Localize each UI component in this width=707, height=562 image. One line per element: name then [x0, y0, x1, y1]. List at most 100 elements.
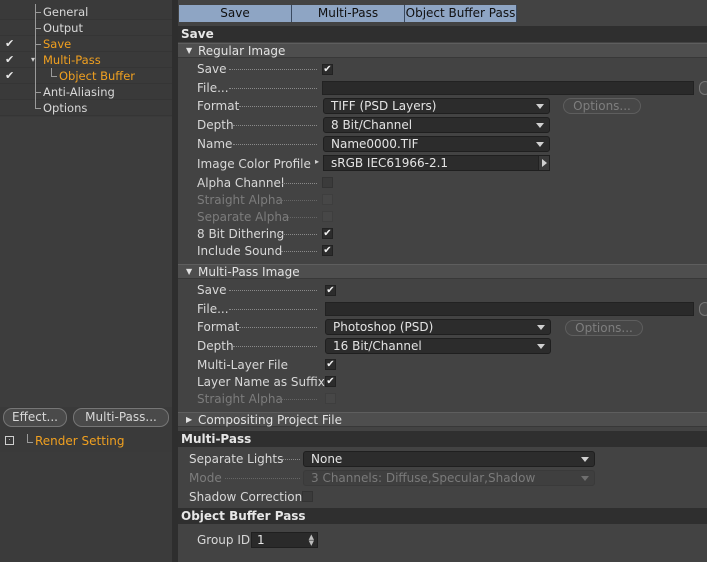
render-setting-item[interactable]: · Render Setting — [0, 433, 172, 451]
regular-include-sound-row: Include Sound — [197, 243, 337, 259]
group-label: Compositing Project File — [198, 413, 342, 427]
multi-pass-button[interactable]: Multi-Pass... — [73, 408, 169, 427]
tree-item-label: Object Buffer — [59, 69, 136, 83]
profile-expand-arrow-icon[interactable]: ▸ — [315, 157, 319, 166]
regular-color-profile-field[interactable]: sRGB IEC61966-2.1 — [323, 155, 550, 171]
enabled-check-icon[interactable]: ✔ — [5, 68, 17, 84]
regular-dithering-row: 8 Bit Dithering — [197, 226, 337, 242]
collapse-arrow-icon[interactable]: ▼ — [186, 44, 192, 58]
multipass-format-dropdown[interactable]: Photoshop (PSD) — [325, 319, 551, 335]
tab-object-buffer-pass[interactable]: Object Buffer Pass — [405, 5, 517, 22]
shadow-correction-checkbox[interactable] — [302, 491, 313, 502]
regular-save-row: Save — [197, 61, 337, 77]
tree-item-multi-pass[interactable]: ✔ ▾ Multi-Pass — [0, 52, 172, 68]
group-label: Multi-Pass Image — [198, 265, 300, 279]
chevron-down-icon — [537, 344, 545, 349]
property-label: 8 Bit Dithering — [197, 227, 285, 241]
tree-item-label: Output — [43, 21, 83, 35]
dithering-checkbox[interactable]: ✔ — [322, 228, 333, 239]
enabled-check-icon[interactable]: ✔ — [5, 36, 17, 52]
group-compositing-project-file[interactable]: ▶ Compositing Project File — [178, 412, 707, 427]
group-label: Regular Image — [198, 44, 286, 58]
multipass-depth-row: Depth — [197, 338, 337, 354]
regular-alpha-row: Alpha Channel — [197, 175, 337, 191]
dropdown-value: None — [311, 452, 343, 466]
dropdown-value: TIFF (PSD Layers) — [331, 99, 437, 113]
multipass-save-checkbox[interactable]: ✔ — [325, 285, 336, 296]
enabled-check-icon[interactable]: ✔ — [5, 52, 17, 68]
mode-row: Mode — [189, 470, 309, 486]
multipass-options-button[interactable]: Options... — [565, 320, 643, 336]
collapse-arrow-icon[interactable]: ▼ — [186, 265, 192, 279]
expand-box-icon[interactable]: · — [5, 436, 14, 445]
multipass-file-browse-button[interactable] — [699, 302, 707, 316]
spin-arrows-icon[interactable]: ▲ ▼ — [309, 534, 314, 547]
layername-suffix-checkbox[interactable]: ✔ — [325, 376, 336, 387]
dropdown-value: Photoshop (PSD) — [333, 320, 434, 334]
regular-depth-dropdown[interactable]: 8 Bit/Channel — [323, 117, 550, 133]
tree-item-options[interactable]: Options — [0, 100, 172, 116]
section-header-object-buffer-pass: Object Buffer Pass — [178, 508, 707, 524]
property-label: Straight Alpha — [197, 193, 283, 207]
chevron-down-icon — [536, 142, 544, 147]
regular-name-dropdown[interactable]: Name0000.TIF — [323, 136, 550, 152]
tree-item-save[interactable]: ✔ Save — [0, 36, 172, 52]
regular-file-browse-button[interactable] — [699, 81, 707, 95]
include-sound-checkbox[interactable]: ✔ — [322, 245, 333, 256]
group-regular-image[interactable]: ▼ Regular Image — [178, 43, 707, 58]
dropdown-value: 3 Channels: Diffuse,Specular,Shadow — [311, 471, 536, 485]
arrow-right-icon[interactable] — [538, 156, 549, 170]
section-header-multi-pass: Multi-Pass — [178, 431, 707, 447]
dropdown-value: 16 Bit/Channel — [333, 339, 422, 353]
multipass-straight-alpha-checkbox — [325, 393, 336, 404]
regular-file-row: File... — [197, 80, 337, 96]
property-label: Alpha Channel — [197, 176, 285, 190]
regular-save-checkbox[interactable]: ✔ — [322, 64, 333, 75]
property-label: File... — [197, 302, 229, 316]
chevron-down-icon — [536, 104, 544, 109]
multipass-file-path-input[interactable] — [325, 302, 694, 316]
section-header-save: Save — [178, 26, 707, 42]
panel-divider[interactable] — [172, 0, 178, 562]
multipass-straight-alpha-row: Straight Alpha — [197, 391, 337, 407]
property-label: Separate Lights — [189, 452, 284, 466]
separate-alpha-checkbox — [322, 211, 333, 222]
separate-lights-row: Separate Lights — [189, 451, 309, 467]
tab-multi-pass[interactable]: Multi-Pass — [292, 5, 405, 22]
regular-file-path-input[interactable] — [322, 81, 694, 95]
regular-format-dropdown[interactable]: TIFF (PSD Layers) — [323, 98, 550, 114]
property-label: Name — [197, 137, 233, 151]
expand-arrow-icon[interactable]: ▶ — [186, 413, 192, 427]
tree-item-label: Anti-Aliasing — [43, 85, 115, 99]
settings-tree-panel: General Output ✔ Save ✔ ▾ Multi-Pass ✔ O… — [0, 0, 172, 562]
property-label: Save — [197, 283, 227, 297]
regular-depth-row: Depth — [197, 117, 337, 133]
effect-button[interactable]: Effect... — [3, 408, 67, 427]
property-label: Depth — [197, 118, 234, 132]
tree-item-anti-aliasing[interactable]: Anti-Aliasing — [0, 84, 172, 100]
multipass-save-row: Save — [197, 282, 337, 298]
multipass-depth-dropdown[interactable]: 16 Bit/Channel — [325, 338, 551, 354]
tree-item-object-buffer[interactable]: ✔ Object Buffer — [0, 68, 172, 84]
group-multi-pass-image[interactable]: ▼ Multi-Pass Image — [178, 264, 707, 279]
tree-item-label: Options — [43, 101, 88, 115]
chevron-down-icon — [581, 476, 589, 481]
regular-options-button[interactable]: Options... — [563, 98, 641, 114]
tree-item-output[interactable]: Output — [0, 20, 172, 36]
property-label: Separate Alpha — [197, 210, 290, 224]
tree-item-general[interactable]: General — [0, 4, 172, 24]
layername-suffix-row: Layer Name as Suffix — [197, 374, 337, 390]
tab-save[interactable]: Save — [179, 5, 292, 22]
property-label: Group ID — [197, 533, 251, 547]
property-label: Depth — [197, 339, 234, 353]
collapse-arrow-icon[interactable]: ▾ — [31, 52, 35, 68]
group-id-stepper[interactable]: 1 ▲ ▼ — [251, 532, 318, 548]
regular-separate-alpha-row: Separate Alpha — [197, 209, 337, 225]
property-label: Format — [197, 99, 240, 113]
tree-empty-area — [0, 117, 172, 407]
regular-format-row: Format — [197, 98, 337, 114]
multilayer-file-checkbox[interactable]: ✔ — [325, 359, 336, 370]
separate-lights-dropdown[interactable]: None — [303, 451, 595, 467]
alpha-channel-checkbox[interactable] — [322, 177, 333, 188]
tree-item-label: General — [43, 5, 89, 19]
